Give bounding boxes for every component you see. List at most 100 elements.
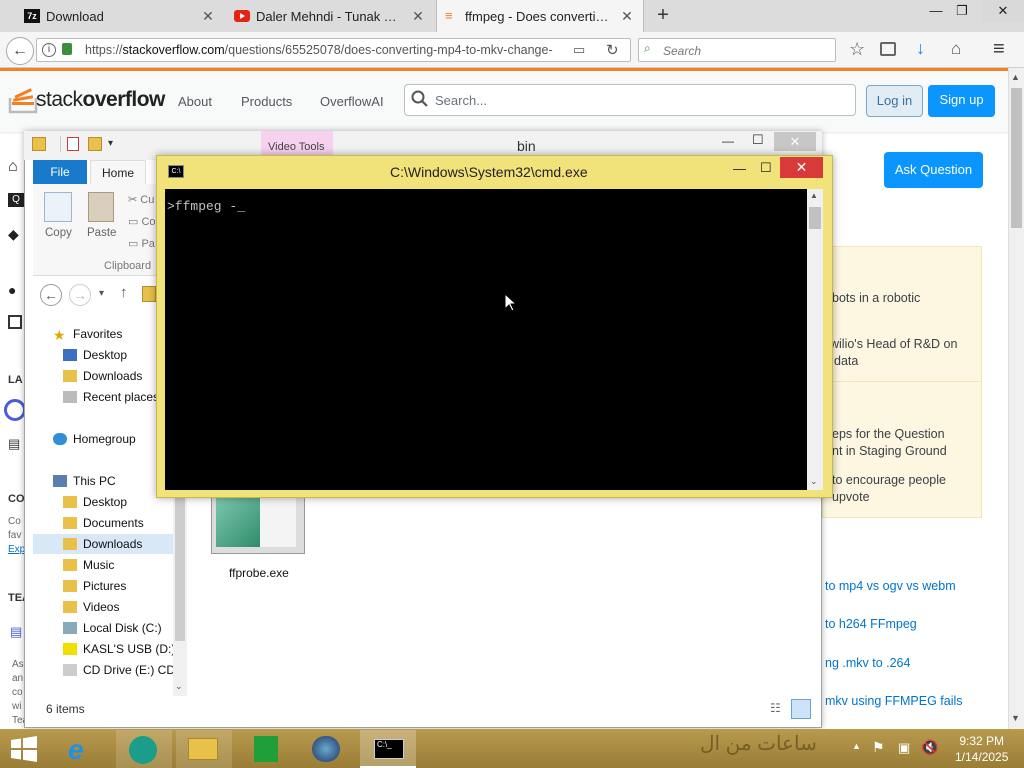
recent-locations-icon[interactable]: ▾ — [99, 288, 104, 299]
companies-icon[interactable] — [8, 315, 22, 329]
ffprobe-file-icon[interactable] — [211, 490, 305, 554]
maximize-cmd-button[interactable]: ☐ — [760, 160, 772, 176]
scroll-up-icon[interactable]: ▲ — [810, 191, 818, 200]
tree-pc-desktop[interactable]: Desktop — [63, 495, 127, 509]
tree-fav-downloads[interactable]: Downloads — [63, 369, 142, 383]
scroll-down-icon[interactable]: ▼ — [1011, 713, 1020, 723]
video-tools-label[interactable]: Video Tools — [268, 141, 324, 153]
close-tab-icon[interactable]: ✕ — [410, 8, 426, 24]
info-icon[interactable]: i — [42, 43, 56, 57]
tree-usb[interactable]: KASL'S USB (D:) — [63, 642, 175, 656]
taskbar-edge[interactable] — [116, 730, 172, 768]
scroll-down-icon[interactable]: ⌄ — [175, 681, 183, 692]
ask-question-button[interactable]: Ask Question — [884, 152, 983, 188]
tree-cd-drive[interactable]: CD Drive (E:) CDF — [63, 663, 182, 677]
maximize-explorer-button[interactable]: ☐ — [752, 132, 764, 148]
volume-muted-icon[interactable]: 🔇 — [921, 739, 938, 756]
tab-daler-mehndi[interactable]: Daler Mehndi - Tunak Tunak ✕ — [226, 0, 434, 32]
tab-download[interactable]: 7z Download ✕ — [16, 0, 224, 32]
tree-favorites[interactable]: ★ Favorites — [53, 327, 122, 343]
tree-pc-documents[interactable]: Documents — [63, 516, 144, 530]
bookmark-star-icon[interactable]: ☆ — [849, 39, 865, 60]
blog-item[interactable]: data — [834, 353, 858, 370]
up-button[interactable]: ↑ — [120, 284, 128, 301]
home-icon[interactable]: ⌂ — [951, 39, 961, 59]
nav-about[interactable]: About — [178, 94, 212, 109]
questions-icon[interactable]: Q — [8, 193, 24, 207]
paste-shortcut-label[interactable]: ▭ Pa — [128, 237, 155, 250]
cmd-scrollbar[interactable]: ▲ ⌄ — [807, 189, 823, 490]
so-logo[interactable] — [8, 84, 38, 114]
taskbar-file-explorer[interactable] — [176, 730, 232, 768]
maximize-browser-button[interactable]: ❐ — [948, 0, 976, 22]
action-center-flag-icon[interactable]: ⚑ — [872, 739, 885, 756]
copy-icon[interactable] — [44, 192, 72, 222]
taskbar-cmd[interactable]: C:\_ — [360, 730, 416, 768]
tab-file[interactable]: File — [33, 160, 87, 184]
network-icon[interactable]: ▣ — [898, 740, 910, 756]
tree-thispc[interactable]: This PC — [53, 474, 116, 488]
new-folder-icon[interactable] — [88, 137, 102, 151]
file-name[interactable]: ffprobe.exe — [229, 566, 289, 580]
related-link[interactable]: ng .mkv to .264 — [825, 656, 910, 670]
teams-icon[interactable]: ▤ — [10, 624, 22, 640]
tree-homegroup[interactable]: Homegroup — [53, 432, 136, 446]
menu-icon[interactable]: ≡ — [993, 38, 1005, 61]
reader-view-icon[interactable]: ▭ — [573, 42, 585, 58]
reload-icon[interactable]: ↻ — [606, 41, 619, 59]
close-browser-button[interactable]: ✕ — [982, 0, 1024, 22]
bookmarks-library-icon[interactable] — [880, 42, 896, 56]
so-logo-text[interactable]: stackoverflow — [36, 88, 165, 112]
system-clock[interactable]: 9:32 PM 1/14/2025 — [955, 733, 1008, 765]
show-hidden-icons-button[interactable]: ▲ — [852, 741, 861, 751]
scroll-down-icon[interactable]: ⌄ — [810, 476, 818, 487]
tree-pc-videos[interactable]: Videos — [63, 600, 119, 614]
scroll-up-icon[interactable]: ▲ — [1011, 72, 1020, 82]
nav-products[interactable]: Products — [241, 94, 292, 109]
copy-path-label[interactable]: ▭ Co — [128, 215, 156, 228]
copy-label[interactable]: Copy — [45, 227, 72, 239]
login-button[interactable]: Log in — [866, 85, 923, 117]
minimize-browser-button[interactable]: — — [922, 0, 950, 22]
taskbar-idm[interactable] — [298, 730, 354, 768]
tree-pc-pictures[interactable]: Pictures — [63, 579, 126, 593]
related-link[interactable]: mkv using FFMPEG fails — [825, 694, 963, 708]
related-link[interactable]: to mp4 vs ogv vs webm — [825, 579, 956, 593]
download-icon[interactable]: ↓ — [916, 38, 925, 59]
explorer-forward-button[interactable]: → — [69, 284, 91, 306]
close-tab-icon[interactable]: ✕ — [619, 8, 635, 24]
close-cmd-button[interactable]: ✕ — [780, 157, 823, 178]
chat-icon[interactable]: ▤ — [8, 436, 20, 452]
details-view-icon[interactable]: ☷ — [770, 701, 786, 717]
url-bar[interactable]: https://stackoverflow.com/questions/6552… — [36, 38, 631, 62]
close-explorer-button[interactable]: ✕ — [774, 132, 816, 151]
tree-fav-recent[interactable]: Recent places — [63, 390, 159, 404]
browser-search-input[interactable]: Search — [638, 38, 836, 62]
scrollbar-thumb[interactable] — [1011, 88, 1022, 228]
tree-pc-downloads[interactable]: Downloads — [63, 537, 142, 551]
collective-icon[interactable] — [4, 399, 26, 421]
scrollbar-thumb[interactable] — [809, 207, 821, 229]
users-icon[interactable]: ● — [8, 282, 16, 298]
cut-label[interactable]: ✂ Cu — [128, 193, 154, 206]
explorer-back-button[interactable]: ← — [40, 284, 62, 306]
signup-button[interactable]: Sign up — [928, 85, 995, 117]
tags-icon[interactable]: ◆ — [8, 226, 19, 243]
close-tab-icon[interactable]: ✕ — [200, 8, 216, 24]
nav-overflowai[interactable]: OverflowAI — [320, 94, 384, 109]
blog-item[interactable]: eps for the Question — [832, 426, 945, 443]
tree-pc-music[interactable]: Music — [63, 558, 114, 572]
related-link[interactable]: to h264 FFmpeg — [825, 617, 917, 631]
blog-item[interactable]: wilio's Head of R&D on — [830, 336, 957, 353]
tree-fav-desktop[interactable]: Desktop — [63, 348, 127, 362]
blog-item[interactable]: upvote — [832, 489, 870, 506]
paste-label[interactable]: Paste — [87, 227, 116, 239]
quick-access-dropdown-icon[interactable]: ▾ — [108, 138, 113, 149]
new-tab-button[interactable]: + — [652, 4, 674, 26]
properties-icon[interactable] — [67, 137, 79, 151]
taskbar-store[interactable] — [238, 730, 294, 768]
tab-home[interactable]: Home — [90, 160, 146, 185]
explore-link[interactable]: Exp — [8, 544, 25, 555]
tab-ffmpeg[interactable]: ≡ ffmpeg - Does converting mp4 ✕ — [436, 0, 644, 32]
start-button[interactable] — [10, 736, 38, 762]
